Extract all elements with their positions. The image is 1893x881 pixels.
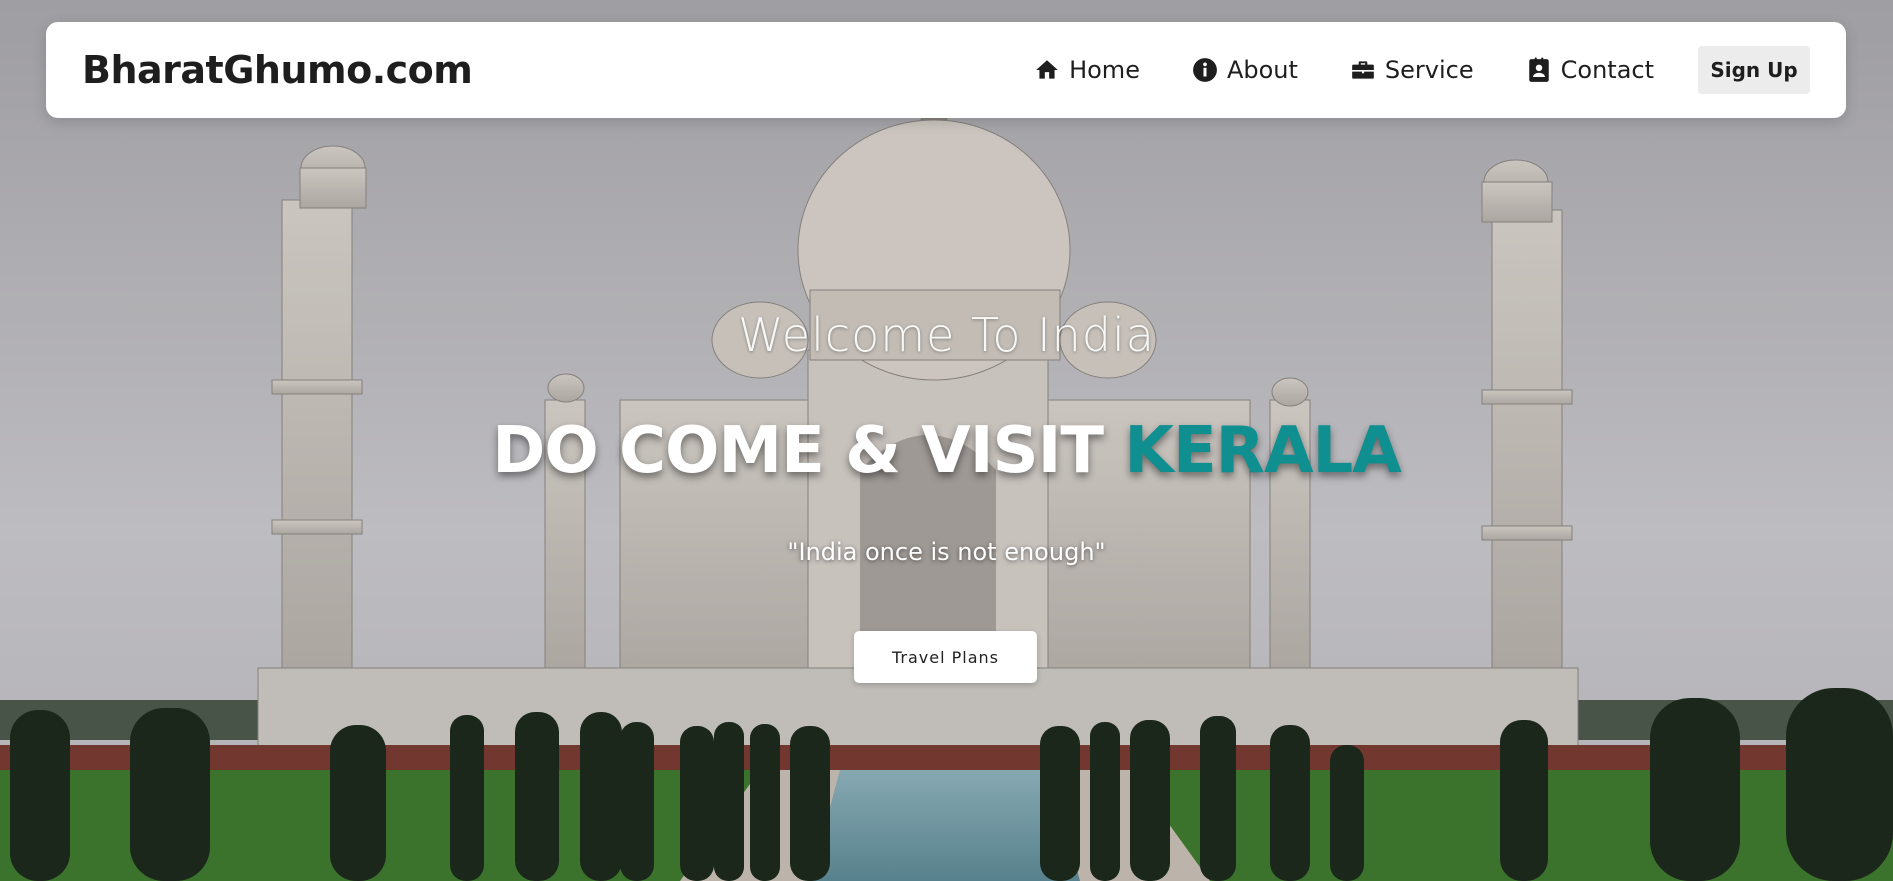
nav-item-label: Service — [1384, 56, 1474, 84]
home-icon — [1036, 60, 1058, 79]
travel-plans-button[interactable]: Travel Plans — [854, 631, 1037, 683]
nav-item-home[interactable]: Home — [1034, 56, 1140, 84]
nav-item-label: Contact — [1560, 56, 1654, 84]
contact-card-icon — [1528, 57, 1549, 82]
nav-item-contact[interactable]: Contact — [1526, 56, 1654, 84]
nav-item-about[interactable]: About — [1192, 56, 1298, 84]
nav-item-service[interactable]: Service — [1350, 56, 1474, 84]
brand-logo[interactable]: BharatGhumo.com — [82, 48, 473, 92]
nav-links: Home About Service Contact Sign Up — [1034, 46, 1810, 94]
nav-item-label: Home — [1069, 56, 1140, 84]
info-icon — [1193, 58, 1217, 82]
hero-background-image — [0, 0, 1893, 881]
navbar: BharatGhumo.com Home About Service Conta… — [46, 22, 1846, 118]
nav-item-label: About — [1226, 56, 1298, 84]
sign-up-button[interactable]: Sign Up — [1698, 46, 1810, 94]
briefcase-icon — [1352, 61, 1374, 79]
